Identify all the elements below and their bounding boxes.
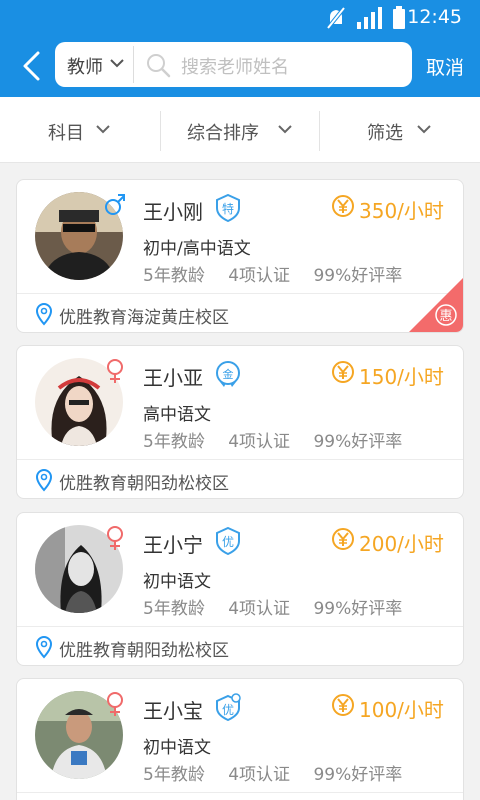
teaching-years: 5年教龄 bbox=[143, 599, 205, 619]
location-pin-icon bbox=[35, 636, 53, 659]
teaching-years: 5年教龄 bbox=[143, 266, 205, 286]
yuan-icon bbox=[332, 195, 354, 217]
teacher-subject: 高中语文 bbox=[143, 405, 211, 425]
back-arrow-icon[interactable] bbox=[14, 48, 48, 84]
search-type-label: 教师 bbox=[67, 57, 103, 78]
certification-count: 4项认证 bbox=[228, 599, 291, 619]
badge-text: 优 bbox=[222, 703, 234, 717]
filter-label: 综合排序 bbox=[187, 123, 259, 144]
mute-icon bbox=[326, 6, 346, 30]
teaching-years: 5年教龄 bbox=[143, 765, 205, 785]
teacher-subject: 初中语文 bbox=[143, 738, 211, 758]
gold-badge-icon: 金 bbox=[216, 361, 240, 387]
teaching-years: 5年教龄 bbox=[143, 432, 205, 452]
teacher-stats: 5年教龄 4项认证 99%好评率 bbox=[143, 427, 420, 452]
rating: 99%好评率 bbox=[313, 599, 403, 619]
rating: 99%好评率 bbox=[313, 432, 403, 452]
teacher-name: 王小刚 bbox=[143, 200, 203, 224]
search-box: 教师 搜索老师姓名 bbox=[55, 42, 412, 87]
teacher-name: 王小亚 bbox=[143, 366, 203, 390]
signal-icon bbox=[357, 7, 382, 29]
female-icon bbox=[107, 359, 123, 383]
campus-name: 优胜教育海淀黄庄校区 bbox=[59, 308, 229, 328]
teacher-price: 100/小时 bbox=[359, 698, 444, 722]
certification-count: 4项认证 bbox=[228, 432, 291, 452]
search-header: 教师 搜索老师姓名 取消 bbox=[0, 36, 480, 97]
filter-bar: 科目 综合排序 筛选 bbox=[0, 97, 480, 163]
teacher-price: 150/小时 bbox=[359, 365, 444, 389]
filter-sort[interactable]: 综合排序 bbox=[160, 97, 320, 163]
discount-text: 惠 bbox=[439, 309, 452, 324]
discount-badge: 惠 bbox=[409, 278, 463, 332]
teacher-name: 王小宁 bbox=[143, 533, 203, 557]
battery-icon bbox=[393, 6, 405, 29]
rating: 99%好评率 bbox=[313, 266, 403, 286]
filter-more[interactable]: 筛选 bbox=[320, 97, 480, 163]
teacher-name: 王小宝 bbox=[143, 699, 203, 723]
cancel-button[interactable]: 取消 bbox=[426, 53, 464, 80]
teacher-stats: 5年教龄 4项认证 99%好评率 bbox=[143, 261, 420, 286]
campus-name: 优胜教育朝阳劲松校区 bbox=[59, 641, 229, 661]
teacher-card[interactable]: 王小宁 优 200/小时 初中语文 5年教龄 4项认证 99%好评率 优胜教育朝… bbox=[16, 512, 464, 666]
teacher-price: 350/小时 bbox=[359, 199, 444, 223]
teacher-card[interactable]: 王小刚 特 350/小时 初中/高中语文 5年教龄 4项认证 99%好评率 优胜… bbox=[16, 179, 464, 333]
divider bbox=[17, 626, 463, 627]
teacher-stats: 5年教龄 4项认证 99%好评率 bbox=[143, 760, 420, 785]
yuan-icon bbox=[332, 694, 354, 716]
yuan-icon bbox=[332, 361, 354, 383]
certification-count: 4项认证 bbox=[228, 266, 291, 286]
certification-count: 4项认证 bbox=[228, 765, 291, 785]
divider bbox=[17, 459, 463, 460]
search-input[interactable]: 搜索老师姓名 bbox=[181, 53, 289, 79]
female-icon bbox=[107, 526, 123, 550]
male-icon bbox=[105, 194, 125, 215]
teacher-subject: 初中语文 bbox=[143, 572, 211, 592]
filter-label: 科目 bbox=[48, 123, 84, 144]
excellent-badge-icon: 优 bbox=[216, 527, 240, 555]
location-pin-icon bbox=[35, 469, 53, 492]
filter-label: 筛选 bbox=[367, 123, 403, 144]
teacher-card[interactable]: 王小宝 优 100/小时 初中语文 5年教龄 4项认证 99%好评率 bbox=[16, 678, 464, 800]
divider bbox=[17, 293, 463, 294]
yuan-icon bbox=[332, 528, 354, 550]
divider bbox=[17, 792, 463, 793]
search-type-dropdown[interactable]: 教师 bbox=[55, 42, 133, 87]
badge-text: 优 bbox=[222, 535, 234, 549]
excellent-badge-icon: 优 bbox=[216, 693, 241, 721]
divider bbox=[133, 46, 134, 83]
chevron-down-icon bbox=[110, 59, 124, 68]
search-icon bbox=[147, 54, 171, 78]
rating: 99%好评率 bbox=[313, 765, 403, 785]
clock: 12:45 bbox=[407, 6, 462, 28]
badge-text: 金 bbox=[223, 367, 234, 381]
chevron-down-icon bbox=[417, 125, 431, 134]
status-bar: 12:45 bbox=[0, 0, 480, 36]
special-badge-icon: 特 bbox=[216, 194, 240, 222]
location-pin-icon bbox=[35, 303, 53, 326]
teacher-price: 200/小时 bbox=[359, 532, 444, 556]
badge-text: 特 bbox=[222, 201, 234, 216]
teacher-stats: 5年教龄 4项认证 99%好评率 bbox=[143, 594, 420, 619]
female-icon bbox=[107, 692, 123, 716]
teacher-card[interactable]: 王小亚 金 150/小时 高中语文 5年教龄 4项认证 99%好评率 优胜教育朝… bbox=[16, 345, 464, 499]
chevron-down-icon bbox=[278, 125, 292, 134]
campus-name: 优胜教育朝阳劲松校区 bbox=[59, 474, 229, 494]
chevron-down-icon bbox=[96, 125, 110, 134]
filter-subject[interactable]: 科目 bbox=[0, 97, 160, 163]
teacher-subject: 初中/高中语文 bbox=[143, 239, 251, 259]
